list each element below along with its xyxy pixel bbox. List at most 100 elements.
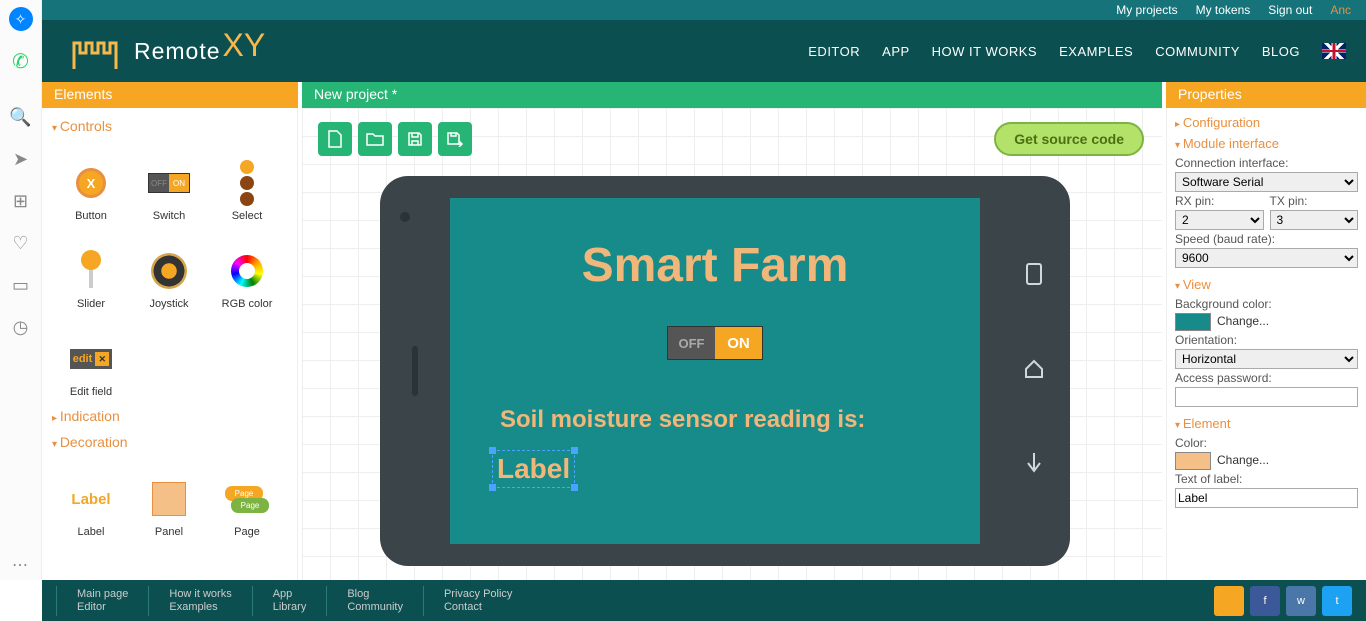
speed-label: Speed (baud rate):	[1175, 230, 1358, 248]
element-rgb[interactable]: RGB color	[208, 228, 286, 316]
color-label: Color:	[1175, 434, 1358, 452]
facebook-icon[interactable]: f	[1250, 586, 1280, 616]
conn-iface-select[interactable]: Software Serial	[1175, 172, 1358, 192]
vk-icon[interactable]: w	[1286, 586, 1316, 616]
logo-icon	[72, 31, 128, 71]
main-nav: EDITOR APP HOW IT WORKS EXAMPLES COMMUNI…	[808, 43, 1346, 59]
nav-blog[interactable]: BLOG	[1262, 44, 1300, 59]
open-file-button[interactable]	[358, 122, 392, 156]
properties-panel: Configuration Module interface Connectio…	[1166, 108, 1366, 580]
more-icon[interactable]: ⋯	[12, 555, 28, 575]
nav-community[interactable]: COMMUNITY	[1155, 44, 1240, 59]
element-label[interactable]: LabelLabel	[52, 456, 130, 544]
heart-icon[interactable]: ♡	[0, 224, 42, 262]
element-button[interactable]: XButton	[52, 140, 130, 228]
save-as-button[interactable]	[438, 122, 472, 156]
footer-privacy[interactable]: Privacy Policy	[444, 588, 512, 600]
app-switch[interactable]: OFF ON	[667, 326, 763, 360]
phone-home-button	[1016, 351, 1052, 387]
prop-section-element[interactable]: Element	[1175, 413, 1358, 434]
orient-select[interactable]: Horizontal	[1175, 349, 1358, 369]
element-panel[interactable]: Panel	[130, 456, 208, 544]
properties-title: Properties	[1166, 82, 1366, 108]
elements-panel: Controls XButton OFFONSwitch Select Slid…	[42, 108, 298, 580]
element-slider[interactable]: Slider	[52, 228, 130, 316]
search-icon[interactable]: 🔍	[0, 98, 42, 136]
sign-out-link[interactable]: Sign out	[1268, 3, 1312, 17]
selected-label-element[interactable]: Label	[492, 450, 575, 488]
textoflabel-input[interactable]	[1175, 488, 1358, 508]
phone-recent-button	[1016, 256, 1052, 292]
nav-examples[interactable]: EXAMPLES	[1059, 44, 1133, 59]
language-flag-uk[interactable]	[1322, 43, 1346, 59]
my-projects-link[interactable]: My projects	[1116, 3, 1177, 17]
grid-icon[interactable]: ⊞	[0, 182, 42, 220]
orient-label: Orientation:	[1175, 331, 1358, 349]
section-decoration[interactable]: Decoration	[52, 430, 287, 456]
rss-icon[interactable]: ἖	[1214, 586, 1244, 616]
footer-blog[interactable]: Blog	[347, 588, 403, 600]
section-controls[interactable]: Controls	[52, 114, 287, 140]
footer-app[interactable]: App	[273, 588, 307, 600]
app-title-label[interactable]: Smart Farm	[450, 238, 980, 293]
nav-how[interactable]: HOW IT WORKS	[932, 44, 1037, 59]
footer-editor[interactable]: Editor	[77, 601, 128, 613]
header: Remote XY EDITOR APP HOW IT WORKS EXAMPL…	[42, 20, 1366, 82]
elements-title: Elements	[42, 82, 298, 108]
logo[interactable]: Remote XY	[72, 31, 265, 71]
prop-section-view[interactable]: View	[1175, 274, 1358, 295]
element-joystick[interactable]: Joystick	[130, 228, 208, 316]
element-editfield[interactable]: editEdit field	[52, 316, 130, 404]
element-select[interactable]: Select	[208, 140, 286, 228]
prop-section-configuration[interactable]: Configuration	[1175, 112, 1358, 133]
messenger-icon[interactable]: ✧	[9, 7, 33, 31]
phone-speaker-icon	[412, 346, 418, 396]
whatsapp-icon[interactable]: ✆	[0, 42, 42, 80]
prop-section-module[interactable]: Module interface	[1175, 133, 1358, 154]
left-rail: ✧ ✆ 🔍 ➤ ⊞ ♡ ▭ ◷ ⋯	[0, 0, 42, 580]
bg-swatch[interactable]	[1175, 313, 1211, 331]
my-tokens-link[interactable]: My tokens	[1196, 3, 1251, 17]
bg-label: Background color:	[1175, 295, 1358, 313]
speed-select[interactable]: 9600	[1175, 248, 1358, 268]
footer-library[interactable]: Library	[273, 601, 307, 613]
footer-contact[interactable]: Contact	[444, 601, 512, 613]
nav-editor[interactable]: EDITOR	[808, 44, 860, 59]
news-icon[interactable]: ▭	[0, 266, 42, 304]
phone-back-button	[1016, 446, 1052, 482]
logo-text: Remote	[134, 38, 221, 65]
pass-input[interactable]	[1175, 387, 1358, 407]
twitter-icon[interactable]: t	[1322, 586, 1352, 616]
nav-app[interactable]: APP	[882, 44, 910, 59]
textoflabel-label: Text of label:	[1175, 470, 1358, 488]
account-link[interactable]: Anc	[1330, 3, 1351, 17]
new-file-button[interactable]	[318, 122, 352, 156]
element-switch[interactable]: OFFONSwitch	[130, 140, 208, 228]
clock-icon[interactable]: ◷	[0, 308, 42, 346]
footer: Main pageEditor How it worksExamples App…	[42, 580, 1366, 621]
pass-label: Access password:	[1175, 369, 1358, 387]
bg-change-link[interactable]: Change...	[1217, 314, 1269, 328]
switch-off-label: OFF	[668, 327, 715, 359]
tx-label: TX pin:	[1270, 192, 1359, 210]
footer-examples[interactable]: Examples	[169, 601, 231, 613]
section-indication[interactable]: Indication	[52, 404, 287, 430]
canvas-toolbar	[318, 122, 472, 156]
color-change-link[interactable]: Change...	[1217, 453, 1269, 467]
footer-how[interactable]: How it works	[169, 588, 231, 600]
footer-community[interactable]: Community	[347, 601, 403, 613]
color-swatch[interactable]	[1175, 452, 1211, 470]
canvas[interactable]: Get source code Smart Farm OFF ON Soil m…	[302, 108, 1162, 580]
save-button[interactable]	[398, 122, 432, 156]
send-icon[interactable]: ➤	[0, 140, 42, 178]
element-page[interactable]: PagePagePage	[208, 456, 286, 544]
footer-main-page[interactable]: Main page	[77, 588, 128, 600]
conn-iface-label: Connection interface:	[1175, 154, 1358, 172]
app-screen[interactable]: Smart Farm OFF ON Soil moisture sensor r…	[450, 198, 980, 544]
tx-select[interactable]: 3	[1270, 210, 1359, 230]
reading-label[interactable]: Soil moisture sensor reading is:	[500, 406, 865, 434]
rx-select[interactable]: 2	[1175, 210, 1264, 230]
logo-xy: XY	[223, 27, 266, 64]
top-bar: My projects My tokens Sign out Anc	[42, 0, 1366, 20]
get-source-code-button[interactable]: Get source code	[994, 122, 1144, 156]
